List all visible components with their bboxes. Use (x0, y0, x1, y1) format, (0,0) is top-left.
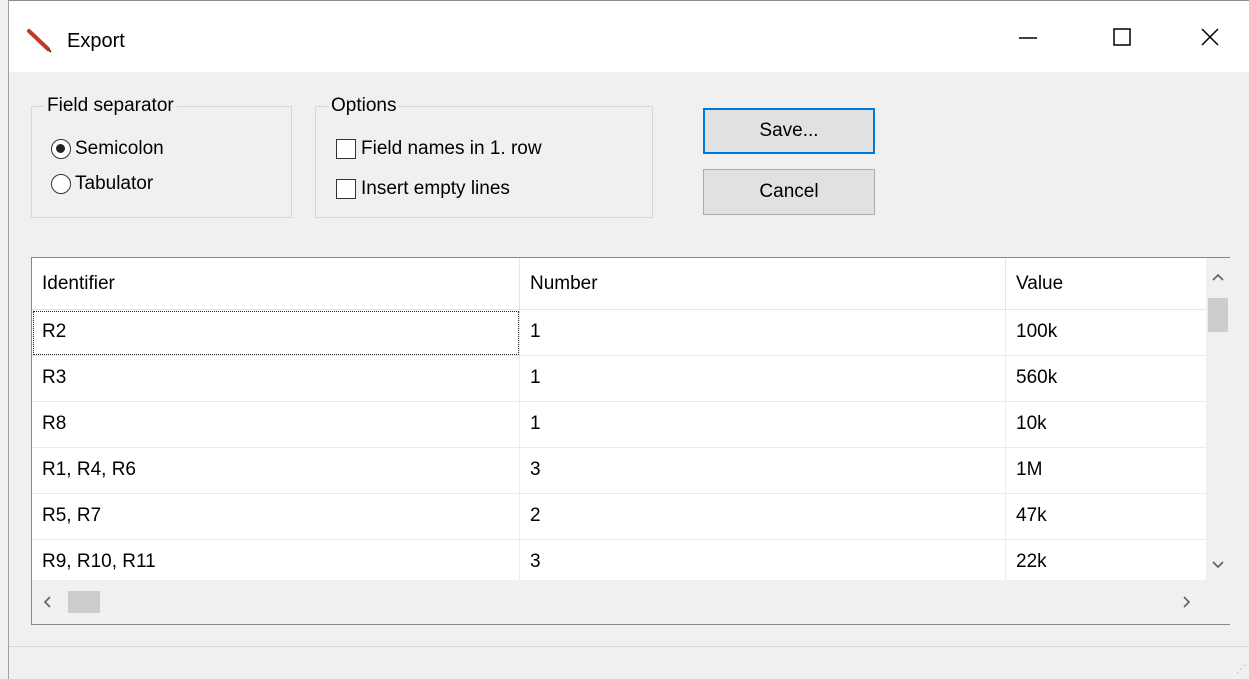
cell-identifier[interactable]: R2 (32, 310, 520, 356)
column-header-identifier[interactable]: Identifier (32, 258, 520, 310)
cell-identifier[interactable]: R8 (32, 402, 520, 448)
table-row[interactable]: R1, R4, R6 3 1M (32, 448, 1206, 494)
column-header-value[interactable]: Value (1006, 258, 1206, 310)
scroll-up-icon[interactable] (1211, 272, 1225, 282)
cell-number[interactable]: 2 (520, 494, 1006, 540)
field-names-checkbox-row[interactable]: Field names in 1. row (336, 135, 542, 163)
cell-value[interactable]: 1M (1006, 448, 1206, 494)
horizontal-scroll-thumb[interactable] (68, 591, 100, 613)
scroll-down-icon[interactable] (1211, 560, 1225, 570)
minimize-icon (1019, 37, 1037, 39)
save-button[interactable]: Save... (703, 108, 875, 154)
insert-empty-lines-checkbox[interactable] (336, 179, 356, 199)
tabulator-radio[interactable] (51, 174, 71, 194)
vertical-scrollbar[interactable] (1206, 258, 1230, 580)
window-title: Export (67, 30, 125, 52)
table-row[interactable]: R8 1 10k (32, 402, 1206, 448)
title-bar[interactable]: Export (9, 0, 1249, 72)
cell-number[interactable]: 1 (520, 356, 1006, 402)
close-icon (1201, 28, 1219, 46)
scrollbar-corner (1206, 580, 1230, 624)
maximize-icon (1113, 28, 1131, 46)
table-header: Identifier Number Value (32, 258, 1206, 310)
table-row[interactable]: R3 1 560k (32, 356, 1206, 402)
table-body: R2 1 100k R3 1 560k R8 1 10k R1, R4, R6 … (32, 310, 1206, 586)
cell-identifier[interactable]: R5, R7 (32, 494, 520, 540)
cell-value[interactable]: 100k (1006, 310, 1206, 356)
export-dialog: Export Field separator Semicolon Tabulat… (8, 0, 1249, 679)
cell-identifier[interactable]: R3 (32, 356, 520, 402)
cell-value[interactable]: 10k (1006, 402, 1206, 448)
insert-empty-lines-checkbox-row[interactable]: Insert empty lines (336, 175, 510, 203)
insert-empty-lines-label[interactable]: Insert empty lines (361, 178, 510, 200)
status-bar: ⋰ (9, 646, 1249, 679)
cell-number[interactable]: 3 (520, 448, 1006, 494)
cell-value[interactable]: 47k (1006, 494, 1206, 540)
scroll-left-icon[interactable] (42, 595, 52, 609)
column-header-number[interactable]: Number (520, 258, 1006, 310)
export-table[interactable]: Identifier Number Value R2 1 100k R3 1 5… (31, 257, 1230, 625)
close-button[interactable] (1170, 1, 1249, 73)
cell-identifier[interactable]: R1, R4, R6 (32, 448, 520, 494)
tabulator-radio-row[interactable]: Tabulator (51, 170, 153, 198)
field-names-checkbox[interactable] (336, 139, 356, 159)
minimize-button[interactable] (982, 1, 1074, 73)
cell-value[interactable]: 560k (1006, 356, 1206, 402)
scroll-right-icon[interactable] (1182, 595, 1192, 609)
cell-number[interactable]: 1 (520, 310, 1006, 356)
field-names-label[interactable]: Field names in 1. row (361, 138, 542, 160)
pencil-icon (27, 29, 52, 53)
table-row[interactable]: R2 1 100k (32, 310, 1206, 356)
semicolon-radio[interactable] (51, 139, 71, 159)
field-separator-legend: Field separator (47, 95, 174, 116)
semicolon-radio-row[interactable]: Semicolon (51, 135, 164, 163)
vertical-scroll-thumb[interactable] (1208, 298, 1228, 332)
cancel-button[interactable]: Cancel (703, 169, 875, 215)
cell-number[interactable]: 1 (520, 402, 1006, 448)
maximize-button[interactable] (1076, 1, 1168, 73)
horizontal-scrollbar[interactable] (32, 580, 1206, 624)
semicolon-label[interactable]: Semicolon (75, 138, 164, 160)
options-legend: Options (331, 95, 397, 116)
tabulator-label[interactable]: Tabulator (75, 173, 153, 195)
table-row[interactable]: R5, R7 2 47k (32, 494, 1206, 540)
resize-grip-icon[interactable]: ⋰ (1236, 664, 1246, 675)
